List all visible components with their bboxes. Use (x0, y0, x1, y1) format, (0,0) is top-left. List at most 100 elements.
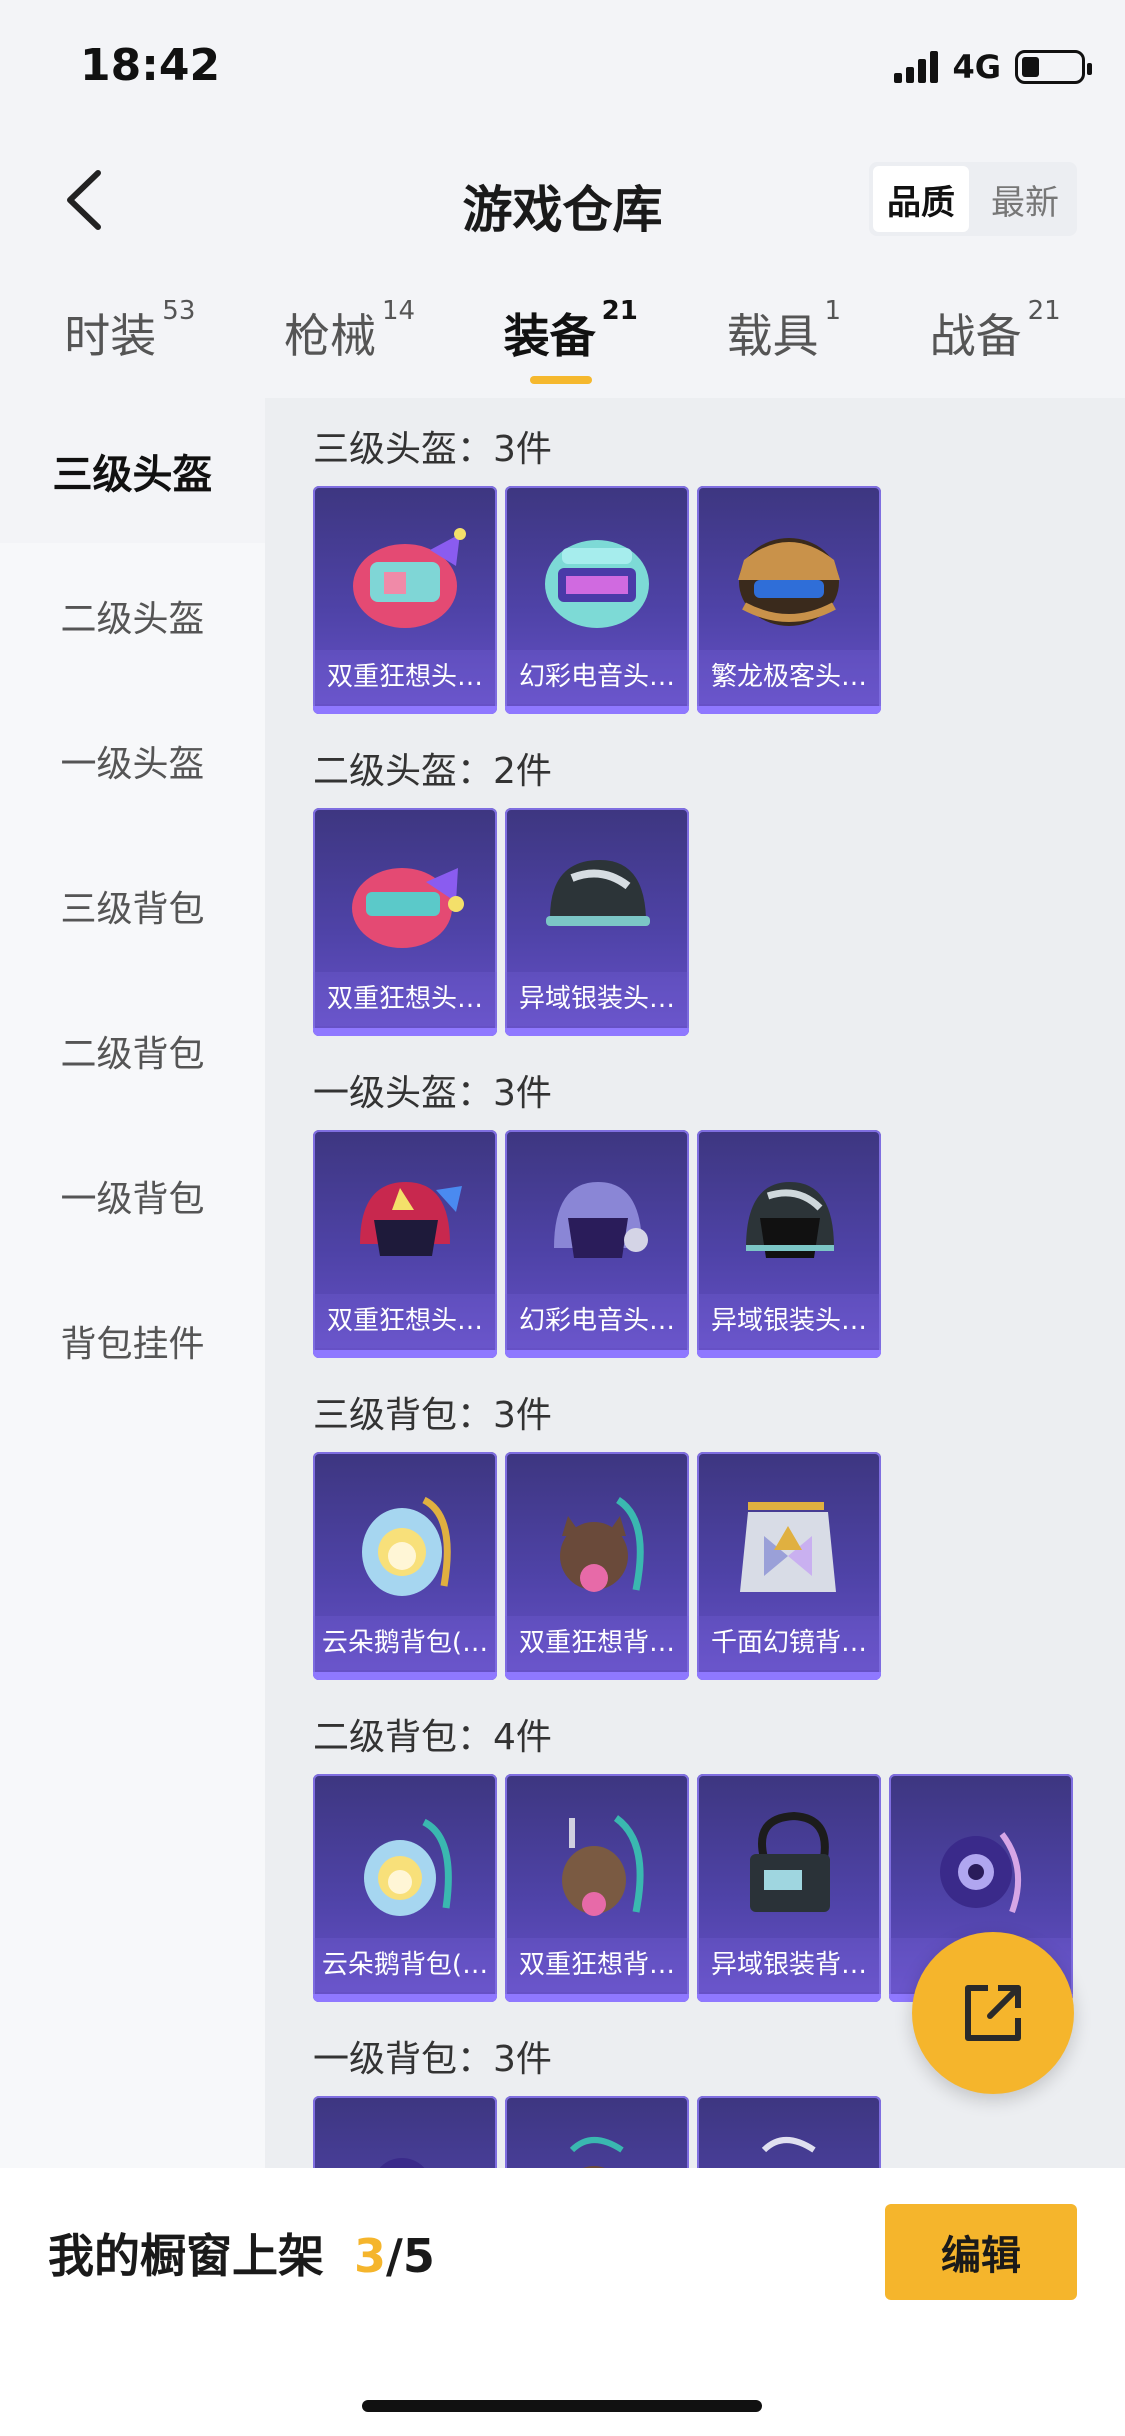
sidebar-item-level2-backpack[interactable]: 二级背包 (0, 978, 265, 1123)
status-bar: 18:42 4G (0, 0, 1125, 130)
tab-label: 战备 (929, 309, 1022, 363)
sidebar-item-level1-helmet[interactable]: 一级头盔 (0, 688, 265, 833)
category-tabs: 时装 53 枪械 14 装备 21 载具 1 战备 21 (0, 290, 1125, 400)
item-card[interactable]: 繁龙极客头… (697, 486, 881, 714)
section-level3-backpack: 三级背包：3件 云朵鹅背包(… 双重狂想背… 千面幻镜背… (265, 1364, 1125, 1680)
item-card[interactable]: 云朵鹅背包(… (313, 1452, 497, 1680)
backpack-icon (717, 1478, 861, 1614)
tab-fashion[interactable]: 时装 53 (64, 290, 195, 400)
helmet-icon (525, 512, 669, 648)
item-card[interactable]: 双重狂想头… (313, 1130, 497, 1358)
item-card[interactable]: 千面幻镜背… (697, 1452, 881, 1680)
helmet-icon (333, 834, 477, 970)
item-name: 云朵鹅背包(… (313, 1938, 497, 1992)
helmet-icon (525, 1156, 669, 1292)
tab-supplies[interactable]: 战备 21 (930, 290, 1061, 400)
backpack-icon (717, 1800, 861, 1936)
showcase-total: /5 (386, 2229, 435, 2283)
helmet-icon (333, 512, 477, 648)
signal-icon (894, 51, 939, 83)
item-name: 双重狂想背… (505, 1616, 689, 1670)
item-card[interactable]: 幻彩电音头… (505, 1130, 689, 1358)
section-title: 一级头盔：3件 (313, 1073, 552, 1114)
item-card[interactable] (697, 2096, 881, 2168)
edit-button[interactable]: 编辑 (885, 2204, 1077, 2300)
status-indicators: 4G (894, 48, 1092, 86)
backpack-icon (333, 1478, 477, 1614)
sidebar-item-backpack-charm[interactable]: 背包挂件 (0, 1268, 265, 1413)
item-card[interactable] (505, 2096, 689, 2168)
tab-guns[interactable]: 枪械 14 (284, 290, 415, 400)
helmet-icon (333, 1156, 477, 1292)
backpack-icon (333, 1800, 477, 1936)
item-list[interactable]: 三级头盔：3件 双重狂想头… 幻彩电音头… 繁龙极客头… 二级头盔：2件 双重狂… (265, 398, 1125, 2168)
item-name: 双重狂想头… (313, 1294, 497, 1348)
bottom-bar: 我的橱窗上架 3/5 编辑 (0, 2168, 1125, 2436)
tab-label: 枪械 (283, 309, 376, 363)
sidebar-item-level1-backpack[interactable]: 一级背包 (0, 1123, 265, 1268)
item-card[interactable]: 异域银装头… (697, 1130, 881, 1358)
status-time: 18:42 (80, 40, 221, 91)
item-name: 异域银装背… (697, 1938, 881, 1992)
home-indicator[interactable] (362, 2400, 762, 2412)
active-tab-indicator (529, 376, 592, 384)
showcase-current: 3 (354, 2229, 387, 2283)
item-card[interactable]: 双重狂想头… (313, 486, 497, 714)
sidebar-item-level3-helmet[interactable]: 三级头盔 (0, 398, 265, 543)
sidebar: 三级头盔 二级头盔 一级头盔 三级背包 二级背包 一级背包 背包挂件 (0, 398, 265, 2216)
sort-toggle[interactable]: 品质 最新 (869, 162, 1077, 236)
share-icon (965, 1985, 1021, 2041)
backpack-icon (525, 1800, 669, 1936)
tab-count: 21 (1027, 296, 1061, 326)
item-card[interactable]: 双重狂想背… (505, 1774, 689, 2002)
backpack-icon (525, 2122, 669, 2168)
backpack-icon (717, 2122, 861, 2168)
backpack-icon (333, 2122, 477, 2168)
item-name: 双重狂想背… (505, 1938, 689, 1992)
item-name: 异域银装头… (505, 972, 689, 1026)
item-name: 双重狂想头… (313, 972, 497, 1026)
tab-count: 1 (824, 296, 841, 326)
item-grid: 双重狂想头… 幻彩电音头… 异域银装头… (313, 1130, 1125, 1358)
share-button[interactable] (912, 1932, 1074, 2094)
backpack-icon (525, 1478, 669, 1614)
sidebar-item-level3-backpack[interactable]: 三级背包 (0, 833, 265, 978)
tab-label: 载具 (726, 309, 819, 363)
tab-vehicles[interactable]: 载具 1 (726, 290, 841, 400)
section-title: 三级背包：3件 (313, 1395, 552, 1436)
battery-icon (1015, 50, 1092, 84)
sort-newest-option[interactable]: 最新 (973, 162, 1077, 236)
item-card[interactable] (313, 2096, 497, 2168)
item-name: 幻彩电音头… (505, 650, 689, 704)
item-card[interactable]: 云朵鹅背包(… (313, 1774, 497, 2002)
item-card[interactable]: 幻彩电音头… (505, 486, 689, 714)
tab-label: 时装 (64, 309, 157, 363)
header: 游戏仓库 品质 最新 (0, 140, 1125, 260)
tab-count: 53 (162, 296, 196, 326)
tab-count: 21 (601, 296, 638, 326)
item-name: 幻彩电音头… (505, 1294, 689, 1348)
item-card[interactable]: 异域银装背… (697, 1774, 881, 2002)
showcase-label: 我的橱窗上架 (48, 2229, 324, 2283)
sidebar-list: 二级头盔 一级头盔 三级背包 二级背包 一级背包 背包挂件 (0, 543, 265, 2216)
tab-count: 14 (381, 296, 416, 326)
section-title: 三级头盔：3件 (313, 429, 552, 470)
tab-equipment[interactable]: 装备 21 (504, 290, 638, 400)
item-grid (313, 2096, 1125, 2168)
sidebar-item-level2-helmet[interactable]: 二级头盔 (0, 543, 265, 688)
sort-quality-option[interactable]: 品质 (869, 162, 973, 236)
item-name: 异域银装头… (697, 1294, 881, 1348)
section-level3-helmet: 三级头盔：3件 双重狂想头… 幻彩电音头… 繁龙极客头… (265, 398, 1125, 714)
item-name: 千面幻镜背… (697, 1616, 881, 1670)
item-name: 云朵鹅背包(… (313, 1616, 497, 1670)
item-card[interactable]: 双重狂想头… (313, 808, 497, 1036)
item-card[interactable]: 双重狂想背… (505, 1452, 689, 1680)
item-grid: 云朵鹅背包(… 双重狂想背… 千面幻镜背… (313, 1452, 1125, 1680)
helmet-icon (525, 834, 669, 970)
item-card[interactable]: 异域银装头… (505, 808, 689, 1036)
network-label: 4G (952, 48, 1001, 86)
showcase-status: 我的橱窗上架 3/5 (48, 2220, 435, 2286)
item-grid: 双重狂想头… 幻彩电音头… 繁龙极客头… (313, 486, 1125, 714)
item-name: 双重狂想头… (313, 650, 497, 704)
section-level1-helmet: 一级头盔：3件 双重狂想头… 幻彩电音头… 异域银装头… (265, 1042, 1125, 1358)
